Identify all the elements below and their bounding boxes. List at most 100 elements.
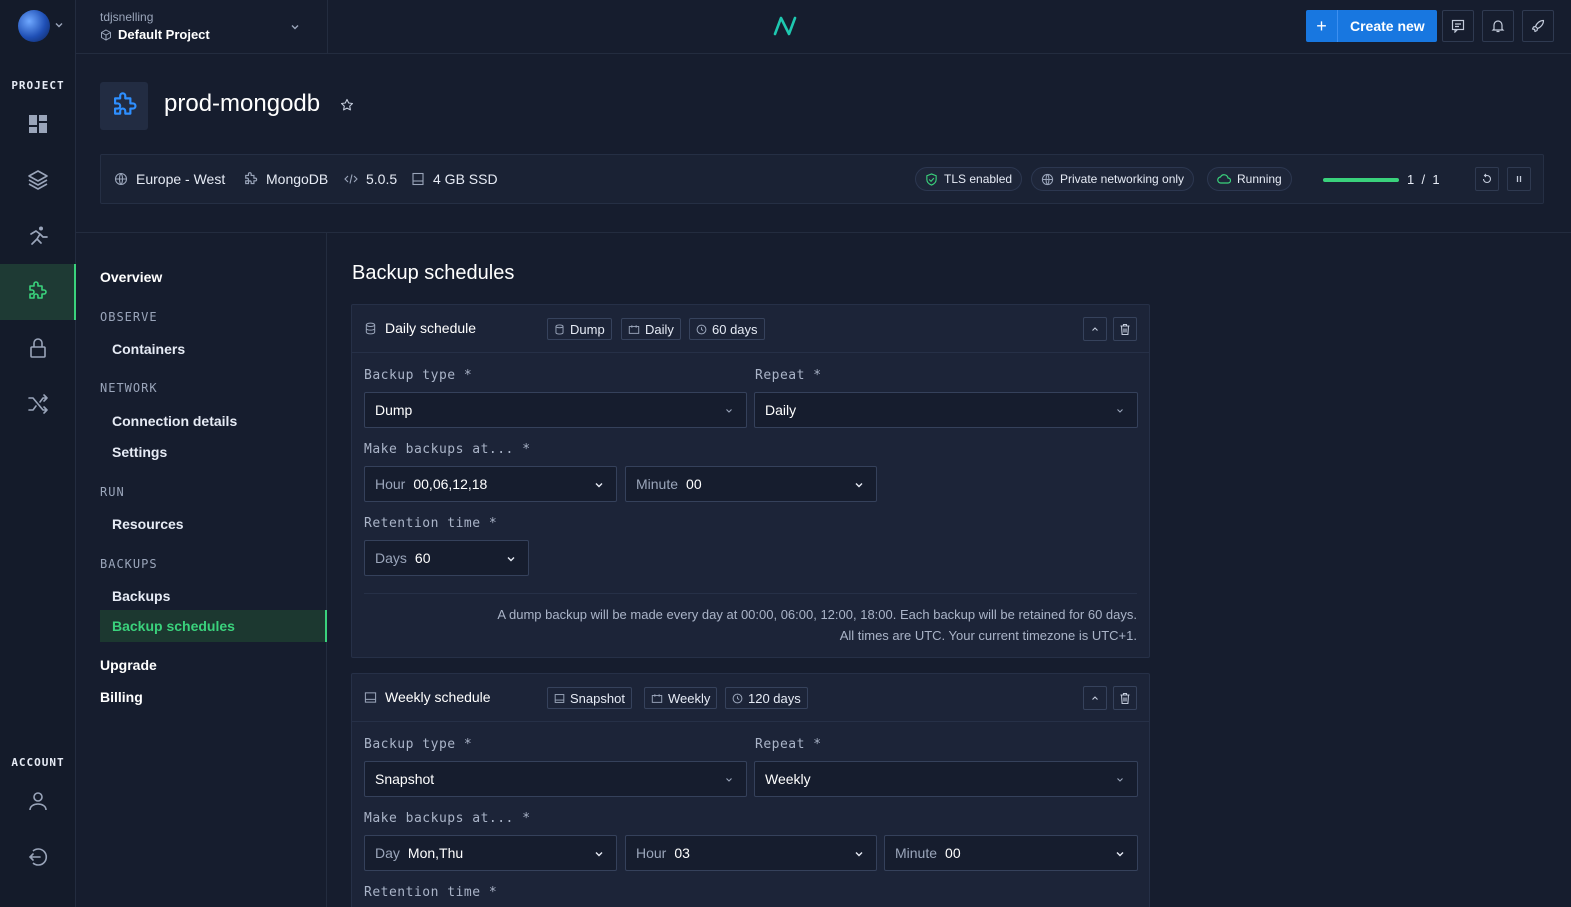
restart-button[interactable] bbox=[1475, 167, 1499, 191]
section-title: Backup schedules bbox=[352, 262, 515, 284]
weekly-repeat-value: Weekly bbox=[765, 771, 811, 787]
restart-icon bbox=[1482, 173, 1492, 184]
nav-upgrade[interactable]: Upgrade bbox=[100, 657, 157, 673]
daily-backup-type-value: Dump bbox=[375, 402, 413, 418]
calendar-icon bbox=[628, 324, 640, 334]
region-info: Europe - West bbox=[114, 171, 225, 187]
nav-settings[interactable]: Settings bbox=[112, 444, 167, 460]
user-icon bbox=[29, 792, 47, 811]
rail-item-dashboard[interactable] bbox=[0, 96, 76, 152]
daily-hour-select[interactable]: Hour 00,06,12,18 bbox=[364, 466, 617, 502]
daily-minute-prefix: Minute bbox=[636, 476, 679, 492]
trash-icon bbox=[1120, 692, 1130, 704]
version-info: 5.0.5 bbox=[344, 171, 397, 187]
chevron-down-icon[interactable] bbox=[54, 20, 64, 30]
nav-backups[interactable]: Backups bbox=[112, 588, 170, 604]
weekly-schedule-card: Weekly schedule Snapshot Weekly 120 days… bbox=[351, 673, 1150, 907]
daily-make-backups-label: Make backups at... * bbox=[364, 442, 531, 457]
nav-section-backups: BACKUPS bbox=[100, 557, 158, 571]
daily-hour-value: 00,06,12,18 bbox=[413, 476, 488, 492]
weekly-backup-type-select[interactable]: Snapshot bbox=[364, 761, 747, 797]
team-avatar[interactable] bbox=[18, 10, 50, 42]
daily-repeat-label: Repeat * bbox=[755, 368, 822, 383]
replicas-total: 1 bbox=[1432, 172, 1440, 187]
rail-item-jobs[interactable] bbox=[0, 208, 76, 264]
storage-info: 4 GB SSD bbox=[411, 171, 498, 187]
tls-badge: TLS enabled bbox=[915, 167, 1023, 191]
daily-hour-prefix: Hour bbox=[375, 476, 406, 492]
rail-item-profile[interactable] bbox=[0, 773, 76, 829]
message-icon bbox=[1451, 19, 1465, 33]
nav-billing[interactable]: Billing bbox=[100, 689, 143, 705]
engine-value: MongoDB bbox=[266, 171, 329, 187]
weekly-repeat-select[interactable]: Weekly bbox=[754, 761, 1138, 797]
weekly-make-backups-label: Make backups at... * bbox=[364, 811, 531, 826]
weekly-minute-value: 00 bbox=[945, 845, 961, 861]
nav-containers[interactable]: Containers bbox=[112, 341, 185, 357]
globe-icon bbox=[1041, 173, 1054, 185]
weekly-schedule-header[interactable]: Weekly schedule Snapshot Weekly 120 days bbox=[352, 674, 1149, 722]
nav-section-observe: OBSERVE bbox=[100, 310, 158, 324]
create-new-button[interactable]: + Create new bbox=[1306, 10, 1437, 42]
daily-collapse-button[interactable] bbox=[1083, 317, 1107, 341]
pause-button[interactable] bbox=[1507, 167, 1531, 191]
nav-section-run: RUN bbox=[100, 485, 125, 499]
chevron-down-icon bbox=[1116, 852, 1124, 857]
chevron-down-icon bbox=[595, 852, 603, 857]
notifications-button[interactable] bbox=[1482, 10, 1514, 42]
weekly-hour-value: 03 bbox=[674, 845, 690, 861]
nav-resources[interactable]: Resources bbox=[112, 516, 184, 532]
layers-icon bbox=[28, 170, 48, 190]
weekly-minute-select[interactable]: Minute 00 bbox=[884, 835, 1138, 871]
weekly-tag-type: Snapshot bbox=[547, 687, 632, 709]
chevron-down-icon bbox=[1117, 409, 1123, 413]
rail-item-addons[interactable] bbox=[0, 264, 76, 320]
rail-item-integrations[interactable] bbox=[0, 376, 76, 432]
rail-item-logout[interactable] bbox=[0, 829, 76, 885]
daily-minute-value: 00 bbox=[686, 476, 702, 492]
weekly-repeat-label: Repeat * bbox=[755, 737, 822, 752]
engine-info: MongoDB bbox=[243, 171, 328, 187]
daily-minute-select[interactable]: Minute 00 bbox=[625, 466, 877, 502]
daily-tag-retention: 60 days bbox=[689, 318, 765, 340]
weekly-collapse-button[interactable] bbox=[1083, 686, 1107, 710]
getting-started-button[interactable] bbox=[1522, 10, 1554, 42]
addon-nav: Overview OBSERVE Containers NETWORK Conn… bbox=[76, 233, 327, 907]
daily-tag-repeat-label: Daily bbox=[645, 321, 674, 337]
weekly-hour-select[interactable]: Hour 03 bbox=[625, 835, 877, 871]
lock-icon bbox=[30, 338, 46, 358]
weekly-tag-repeat: Weekly bbox=[644, 687, 718, 709]
clock-icon bbox=[696, 324, 707, 334]
weekly-retention-label: Retention time * bbox=[364, 885, 498, 900]
nav-backup-schedules[interactable]: Backup schedules bbox=[100, 610, 327, 642]
shield-check-icon bbox=[926, 172, 937, 186]
replicas-progress bbox=[1323, 178, 1399, 182]
daily-schedule-header[interactable]: Daily schedule Dump Daily 60 days bbox=[352, 305, 1149, 353]
region-value: Europe - West bbox=[136, 171, 226, 187]
calendar-icon bbox=[651, 693, 663, 703]
rail-item-layers[interactable] bbox=[0, 152, 76, 208]
daily-repeat-select[interactable]: Daily bbox=[754, 392, 1138, 428]
version-value: 5.0.5 bbox=[366, 171, 398, 187]
project-switcher[interactable]: tdjsnelling Default Project bbox=[76, 0, 328, 54]
daily-note-divider bbox=[364, 593, 1137, 594]
chevron-down-icon bbox=[855, 483, 863, 488]
feedback-button[interactable] bbox=[1442, 10, 1474, 42]
weekly-backup-type-value: Snapshot bbox=[375, 771, 435, 787]
star-icon[interactable] bbox=[340, 98, 354, 112]
northflank-logo-icon[interactable] bbox=[772, 14, 798, 38]
rail-item-secrets[interactable] bbox=[0, 320, 76, 376]
daily-backup-type-select[interactable]: Dump bbox=[364, 392, 747, 428]
daily-delete-button[interactable] bbox=[1113, 317, 1137, 341]
puzzle-icon bbox=[114, 92, 137, 115]
replicas-current: 1 bbox=[1407, 172, 1415, 187]
networking-badge: Private networking only bbox=[1031, 167, 1195, 191]
replicas-progress-fill bbox=[1323, 178, 1399, 182]
nav-connection-details[interactable]: Connection details bbox=[112, 413, 237, 429]
weekly-day-select[interactable]: Day Mon,Thu bbox=[364, 835, 617, 871]
weekly-delete-button[interactable] bbox=[1113, 686, 1137, 710]
nav-overview[interactable]: Overview bbox=[100, 269, 162, 285]
daily-retention-select[interactable]: Days 60 bbox=[364, 540, 529, 576]
weekly-hour-prefix: Hour bbox=[636, 845, 667, 861]
tls-label: TLS enabled bbox=[944, 172, 1013, 186]
